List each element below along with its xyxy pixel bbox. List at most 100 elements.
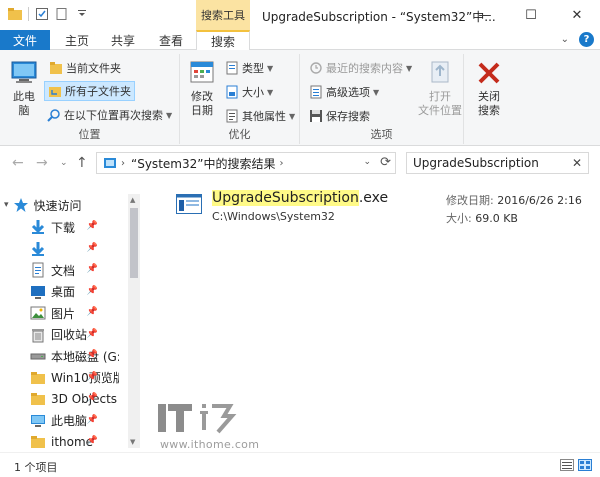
properties-list-icon — [226, 109, 238, 123]
pc-icon — [30, 413, 51, 429]
pin-icon[interactable]: 📌 — [87, 243, 98, 253]
minimize-button[interactable]: — — [462, 0, 508, 30]
quick-access-label: 快速访问 — [33, 198, 82, 213]
current-folder-button[interactable]: 当前文件夹 — [46, 58, 124, 78]
pin-icon[interactable]: 📌 — [87, 307, 98, 317]
all-subfolders-label: 所有子文件夹 — [65, 85, 131, 98]
nav-item[interactable]: 文档 📌 — [30, 259, 130, 281]
save-search-button[interactable]: 保存搜索 — [306, 106, 373, 126]
scroll-down-icon[interactable]: ▼ — [130, 438, 135, 446]
qat-dropdown-icon[interactable] — [75, 7, 89, 21]
size-button[interactable]: 大小 ▼ — [222, 82, 276, 102]
scroll-up-icon[interactable]: ▲ — [130, 196, 135, 204]
document-icon — [30, 262, 51, 278]
advanced-options-button[interactable]: 高级选项 ▼ — [306, 82, 382, 102]
pin-icon[interactable]: 📌 — [87, 264, 98, 274]
nav-item[interactable]: 桌面 📌 — [30, 281, 130, 303]
modified-label: 修改日期: — [446, 194, 494, 207]
nav-item-label: 回收站 — [51, 328, 88, 342]
pin-icon[interactable]: 📌 — [87, 350, 98, 360]
computer-icon — [11, 61, 37, 83]
maximize-button[interactable]: ☐ — [508, 0, 554, 30]
magnifier-folder-icon — [47, 109, 60, 122]
clear-search-icon[interactable]: ✕ — [572, 156, 582, 170]
pin-icon[interactable]: 📌 — [87, 221, 98, 231]
address-bar[interactable]: › “System32”中的搜索结果 › ⌄ ⟳ — [96, 152, 396, 174]
tab-search[interactable]: 搜索 — [196, 30, 250, 51]
pin-icon[interactable]: 📌 — [87, 329, 98, 339]
folder-icon — [30, 434, 51, 450]
forward-arrow-icon[interactable]: → — [36, 155, 48, 171]
tab-file[interactable]: 文件 — [0, 30, 50, 50]
nav-scrollbar[interactable]: ▲ ▼ — [128, 194, 140, 448]
search-box[interactable]: UpgradeSubscription ✕ — [406, 152, 589, 174]
open-file-location-button[interactable]: 打开 文件位置 — [418, 58, 462, 118]
details-view-icon[interactable] — [560, 459, 574, 471]
tab-share[interactable]: 共享 — [100, 30, 146, 50]
refresh-icon[interactable]: ⟳ — [380, 155, 391, 170]
nav-item[interactable]: 回收站 📌 — [30, 324, 130, 346]
quick-access-item[interactable]: ▾ 快速访问 — [4, 194, 134, 216]
desktop-icon — [30, 284, 51, 300]
expand-ribbon-icon[interactable]: ⌄ — [561, 34, 569, 45]
group-refine-label: 优化 — [228, 128, 251, 141]
scroll-thumb[interactable] — [130, 208, 138, 278]
back-arrow-icon[interactable]: ← — [12, 155, 24, 171]
content-area: UpgradeSubscription.exe C:\Windows\Syste… — [140, 180, 600, 452]
nav-item[interactable]: ithome 📌 — [30, 431, 130, 453]
window-controls: — ☐ ✕ — [462, 0, 600, 30]
modified-date-button[interactable]: 修改 日期 — [184, 58, 220, 118]
modified-value: 2016/6/26 2:16 — [497, 194, 582, 207]
open-file-location-label: 打开 文件位置 — [418, 90, 462, 117]
nav-item[interactable]: 此电脑 📌 — [30, 410, 130, 432]
nav-item-label: 此电脑 — [51, 414, 88, 428]
recent-locations-icon[interactable]: ⌄ — [60, 158, 68, 168]
close-search-label: 关闭 搜索 — [478, 90, 500, 117]
download-arrow-icon — [30, 241, 51, 257]
properties-icon[interactable] — [35, 7, 49, 21]
nav-item[interactable]: 3D Objects 📌 — [30, 388, 130, 410]
folder-icon — [30, 391, 51, 407]
large-icons-view-icon[interactable] — [578, 459, 592, 471]
recent-searches-icon — [310, 62, 322, 74]
other-properties-button[interactable]: 其他属性 ▼ — [222, 106, 298, 126]
help-icon[interactable]: ? — [579, 32, 594, 47]
pin-icon[interactable]: 📌 — [87, 393, 98, 403]
pin-icon[interactable]: 📌 — [87, 286, 98, 296]
all-subfolders-button[interactable]: 所有子文件夹 — [44, 81, 135, 101]
quick-access-toolbar — [8, 7, 89, 21]
nav-item-label: 文档 — [51, 263, 76, 278]
navigation-pane: ▾ 快速访问 下载 📌 📌 文档 📌 桌面 📌 图片 📌 回收站 📌 本地磁盘 (G:) 📌 Win10预… — [0, 180, 140, 452]
address-dropdown-icon[interactable]: ⌄ — [363, 157, 371, 167]
chevron-down-icon: ▼ — [267, 87, 274, 97]
recent-searches-button[interactable]: 最近的搜索内容 ▼ — [306, 58, 415, 78]
pin-icon[interactable]: 📌 — [87, 415, 98, 425]
tab-view[interactable]: 查看 — [146, 30, 196, 50]
nav-item[interactable]: 下载 📌 — [30, 216, 130, 238]
search-result-item[interactable]: UpgradeSubscription.exe C:\Windows\Syste… — [176, 190, 596, 230]
result-path: C:\Windows\System32 — [212, 210, 335, 223]
nav-item[interactable]: 本地磁盘 (G:) 📌 — [30, 345, 130, 367]
this-pc-button[interactable]: 此电 脑 — [6, 58, 42, 118]
breadcrumb[interactable]: “System32”中的搜索结果 — [131, 155, 275, 172]
item-count: 1 个项目 — [14, 461, 58, 474]
result-file-name[interactable]: UpgradeSubscription.exe — [212, 190, 388, 206]
close-button[interactable]: ✕ — [554, 0, 600, 30]
pin-icon[interactable]: 📌 — [87, 372, 98, 382]
close-search-button[interactable]: 关闭 搜索 — [470, 58, 508, 118]
search-again-button[interactable]: 在以下位置再次搜索 ▼ — [44, 105, 175, 125]
nav-item[interactable]: 📌 — [30, 238, 130, 260]
nav-item[interactable]: Win10预览版 📌 — [30, 367, 130, 389]
kind-button[interactable]: 类型 ▼ — [222, 58, 276, 78]
recent-searches-label: 最近的搜索内容 — [326, 62, 403, 75]
size-icon — [226, 85, 238, 99]
search-again-label: 在以下位置再次搜索 — [64, 109, 163, 122]
expand-arrow-icon[interactable]: ▾ — [4, 200, 9, 210]
pin-icon[interactable]: 📌 — [87, 436, 98, 446]
search-input[interactable]: UpgradeSubscription — [413, 156, 539, 170]
tab-home[interactable]: 主页 — [54, 30, 100, 50]
up-arrow-icon[interactable]: ↑ — [76, 155, 88, 171]
new-folder-icon[interactable] — [55, 7, 69, 21]
nav-item[interactable]: 图片 📌 — [30, 302, 130, 324]
watermark-url: www.ithome.com — [160, 438, 260, 451]
